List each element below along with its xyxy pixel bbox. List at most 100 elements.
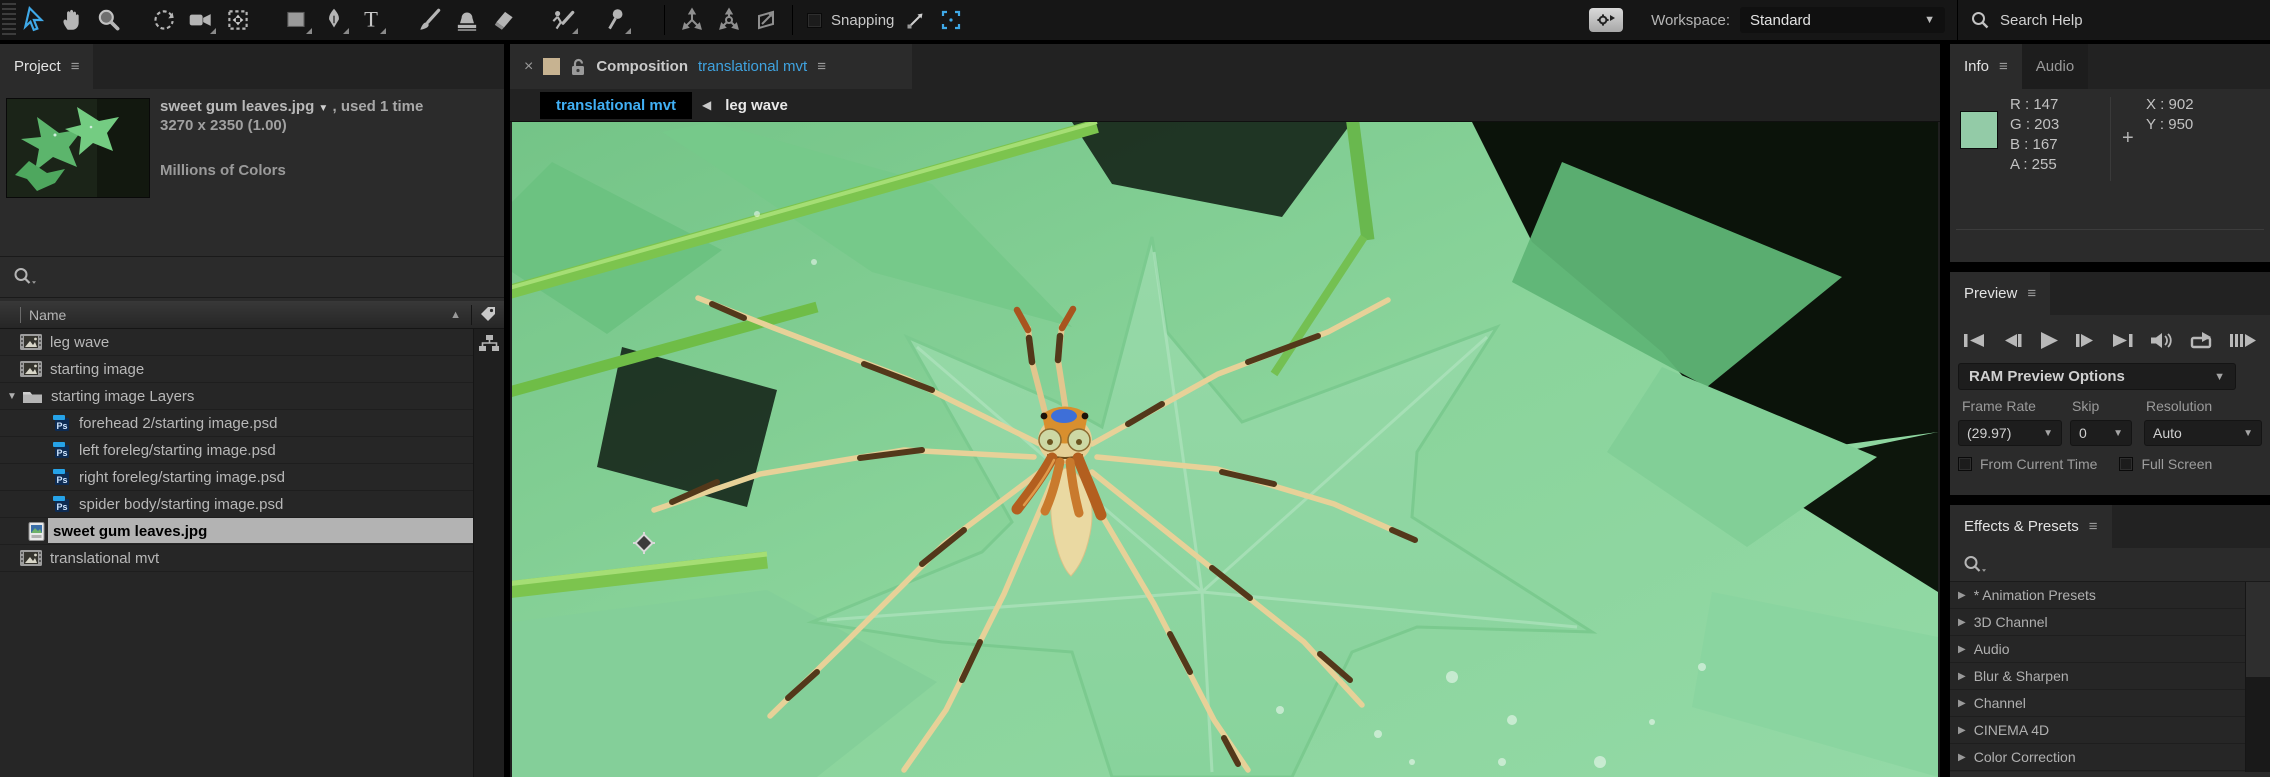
project-item-psd-layer[interactable]: Ps forehead 2/starting image.psd xyxy=(0,410,504,437)
toolbar-grip[interactable] xyxy=(2,3,16,37)
rotation-tool-button[interactable] xyxy=(145,3,182,37)
last-frame-button[interactable] xyxy=(2110,332,2135,349)
full-screen-checkbox[interactable] xyxy=(2119,457,2133,471)
project-search-field[interactable] xyxy=(0,256,504,298)
type-tool-button[interactable]: T xyxy=(352,3,389,37)
effects-category[interactable]: ▶ 3D Channel xyxy=(1950,609,2270,636)
effects-category[interactable]: ▶ Blur & Sharpen xyxy=(1950,663,2270,690)
item-label[interactable]: spider body/starting image.psd xyxy=(79,496,283,513)
ram-preview-options-dropdown[interactable]: RAM Preview Options ▼ xyxy=(1958,363,2236,390)
item-label[interactable]: left foreleg/starting image.psd xyxy=(79,442,276,459)
category-label[interactable]: CINEMA 4D xyxy=(1974,722,2049,738)
twirl-right-icon[interactable]: ▶ xyxy=(1958,671,1966,682)
sync-settings-button[interactable] xyxy=(1589,8,1623,32)
comp-viewer-tab-inactive[interactable]: leg wave xyxy=(725,97,788,114)
label-color-column-icon[interactable] xyxy=(478,305,498,325)
loop-options-button[interactable] xyxy=(2189,331,2215,350)
play-button[interactable] xyxy=(2038,331,2059,350)
from-current-time-checkbox[interactable] xyxy=(1958,457,1972,471)
twirl-right-icon[interactable]: ▶ xyxy=(1958,752,1966,763)
category-label[interactable]: Blur & Sharpen xyxy=(1974,668,2069,684)
twirl-right-icon[interactable]: ▶ xyxy=(1958,590,1966,601)
project-item-composition[interactable]: leg wave xyxy=(0,329,504,356)
camera-tool-button[interactable] xyxy=(182,3,219,37)
info-panel-tab[interactable]: Info ≡ xyxy=(1950,44,2022,89)
workspace-dropdown[interactable]: Standard ▼ xyxy=(1740,7,1945,33)
category-label[interactable]: Channel xyxy=(1974,695,2026,711)
category-label[interactable]: * Animation Presets xyxy=(1974,587,2096,603)
panel-menu-icon[interactable]: ≡ xyxy=(2027,285,2036,302)
tab-separator-icon[interactable]: ◀ xyxy=(702,98,711,112)
audio-panel-tab[interactable]: Audio xyxy=(2022,44,2088,89)
local-axis-mode-button[interactable] xyxy=(673,3,710,37)
effects-scrollbar[interactable] xyxy=(2245,582,2270,772)
brush-tool-button[interactable] xyxy=(411,3,448,37)
project-item-psd-layer[interactable]: Ps right foreleg/starting image.psd xyxy=(0,464,504,491)
panel-menu-icon[interactable]: ≡ xyxy=(817,58,826,75)
world-axis-mode-button[interactable] xyxy=(710,3,747,37)
comp-viewer-tab-active[interactable]: translational mvt xyxy=(540,92,692,119)
item-label[interactable]: starting image xyxy=(50,361,144,378)
hand-tool-button[interactable] xyxy=(53,3,90,37)
selection-tool-button[interactable] xyxy=(16,3,53,37)
ram-preview-button[interactable] xyxy=(2229,332,2257,349)
project-item-psd-layer[interactable]: Ps spider body/starting image.psd xyxy=(0,491,504,518)
search-help-field[interactable]: Search Help xyxy=(1970,10,2270,30)
pan-behind-tool-button[interactable] xyxy=(219,3,256,37)
unlock-icon[interactable] xyxy=(570,58,586,76)
audio-mute-button[interactable] xyxy=(2149,331,2175,350)
previous-frame-button[interactable] xyxy=(2001,332,2024,349)
effects-category[interactable]: ▶ Color Correction xyxy=(1950,744,2270,771)
category-label[interactable]: 3D Channel xyxy=(1974,614,2048,630)
eraser-tool-button[interactable] xyxy=(485,3,522,37)
project-item-jpeg-selected[interactable]: sweet gum leaves.jpg xyxy=(0,518,504,545)
composition-viewport[interactable] xyxy=(512,122,1938,777)
sort-ascending-icon[interactable]: ▲ xyxy=(450,309,461,321)
twirl-right-icon[interactable]: ▶ xyxy=(1958,644,1966,655)
frame-rate-dropdown[interactable]: (29.97) ▼ xyxy=(1958,420,2062,446)
panel-menu-icon[interactable]: ≡ xyxy=(71,58,80,75)
item-label[interactable]: starting image Layers xyxy=(51,388,194,405)
item-label[interactable]: right foreleg/starting image.psd xyxy=(79,469,285,486)
puppet-pin-tool-button[interactable] xyxy=(597,3,634,37)
effects-presets-tab[interactable]: Effects & Presets ≡ xyxy=(1950,505,2112,548)
item-label[interactable]: leg wave xyxy=(50,334,109,351)
category-label[interactable]: Audio xyxy=(1974,641,2010,657)
first-frame-button[interactable] xyxy=(1962,332,1987,349)
viewer-association-swatch[interactable] xyxy=(543,58,560,75)
rectangle-tool-button[interactable] xyxy=(278,3,315,37)
pen-tool-button[interactable] xyxy=(315,3,352,37)
item-label[interactable]: sweet gum leaves.jpg xyxy=(53,523,207,540)
snapping-checkbox[interactable] xyxy=(807,13,822,28)
name-column-header[interactable]: Name xyxy=(29,307,66,323)
roto-brush-tool-button[interactable] xyxy=(544,3,581,37)
project-list-header[interactable]: Name ▲ xyxy=(0,301,504,329)
category-label[interactable]: Color Correction xyxy=(1974,749,2076,765)
project-item-folder[interactable]: ▼ starting image Layers xyxy=(0,383,504,410)
chevron-down-icon[interactable]: ▼ xyxy=(318,103,328,114)
twirl-right-icon[interactable]: ▶ xyxy=(1958,617,1966,628)
clone-stamp-tool-button[interactable] xyxy=(448,3,485,37)
project-item-composition[interactable]: translational mvt xyxy=(0,545,504,572)
item-label[interactable]: forehead 2/starting image.psd xyxy=(79,415,277,432)
view-axis-mode-button[interactable] xyxy=(747,3,784,37)
zoom-tool-button[interactable] xyxy=(90,3,127,37)
panel-menu-icon[interactable]: ≡ xyxy=(2089,518,2098,535)
project-item-composition[interactable]: starting image xyxy=(0,356,504,383)
flowchart-icon[interactable] xyxy=(478,334,500,352)
scrollbar-thumb[interactable] xyxy=(2246,582,2270,677)
effects-category[interactable]: ▶ * Animation Presets xyxy=(1950,582,2270,609)
footage-filename[interactable]: sweet gum leaves.jpg xyxy=(160,98,314,115)
twirl-right-icon[interactable]: ▶ xyxy=(1958,698,1966,709)
next-frame-button[interactable] xyxy=(2073,332,2096,349)
effects-category[interactable]: ▶ Audio xyxy=(1950,636,2270,663)
skip-dropdown[interactable]: 0 ▼ xyxy=(2070,420,2132,446)
composition-panel-tab[interactable]: × Composition translational mvt ≡ xyxy=(510,44,912,89)
item-label[interactable]: translational mvt xyxy=(50,550,159,567)
snap-to-features-icon[interactable] xyxy=(938,7,964,33)
effects-search-field[interactable] xyxy=(1950,548,2270,582)
panel-menu-icon[interactable]: ≡ xyxy=(1999,58,2008,75)
preview-panel-tab[interactable]: Preview ≡ xyxy=(1950,272,2050,315)
project-item-psd-layer[interactable]: Ps left foreleg/starting image.psd xyxy=(0,437,504,464)
project-panel-tab[interactable]: Project ≡ xyxy=(0,44,93,89)
